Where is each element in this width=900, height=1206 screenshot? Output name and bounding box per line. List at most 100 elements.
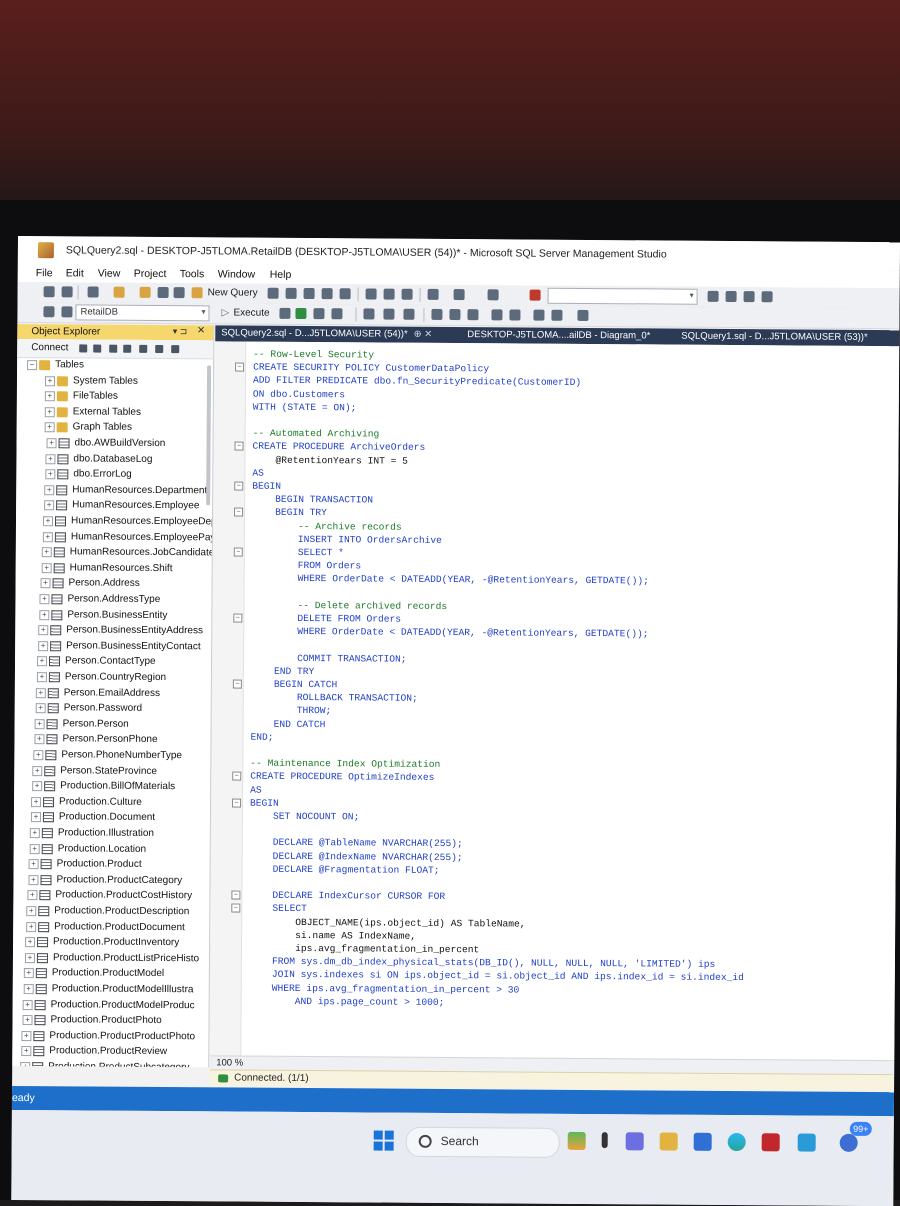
fold-toggle-icon[interactable]: − bbox=[233, 614, 242, 623]
collapse-icon[interactable]: − bbox=[27, 360, 37, 370]
expand-icon[interactable]: + bbox=[44, 485, 54, 495]
database-select[interactable]: RetailDB ▾ bbox=[75, 304, 209, 321]
decrease-indent-icon[interactable] bbox=[533, 310, 544, 321]
expand-icon[interactable]: + bbox=[32, 766, 42, 776]
properties-icon[interactable] bbox=[744, 291, 755, 302]
fold-toggle-icon[interactable]: − bbox=[234, 482, 243, 491]
display-plan-icon[interactable] bbox=[313, 308, 324, 319]
fold-toggle-icon[interactable]: − bbox=[235, 442, 244, 451]
new-query-icon[interactable] bbox=[192, 287, 203, 298]
menu-window[interactable]: Window bbox=[218, 268, 255, 280]
connect-button[interactable]: Connect bbox=[31, 342, 68, 353]
expand-icon[interactable]: + bbox=[31, 812, 41, 822]
expand-icon[interactable]: + bbox=[24, 984, 34, 994]
new-query-button[interactable]: New Query bbox=[208, 287, 258, 298]
fold-toggle-icon[interactable]: − bbox=[232, 772, 241, 781]
expand-icon[interactable]: + bbox=[39, 594, 49, 604]
edge-icon[interactable] bbox=[728, 1133, 746, 1151]
fold-toggle-icon[interactable]: − bbox=[235, 363, 244, 372]
results-file-icon[interactable] bbox=[467, 309, 478, 320]
expand-icon[interactable]: + bbox=[22, 1015, 32, 1025]
parse-checkmark-icon[interactable] bbox=[295, 308, 306, 319]
cut-icon[interactable] bbox=[366, 288, 377, 299]
specify-values-icon[interactable] bbox=[577, 310, 588, 321]
expand-icon[interactable]: + bbox=[39, 610, 49, 620]
expand-icon[interactable]: + bbox=[34, 735, 44, 745]
expand-icon[interactable]: + bbox=[27, 890, 37, 900]
pin-icon[interactable]: ▾ ⊐ bbox=[173, 326, 188, 337]
connect-icon[interactable] bbox=[93, 345, 101, 353]
increase-indent-icon[interactable] bbox=[551, 310, 562, 321]
expand-icon[interactable]: + bbox=[47, 438, 57, 448]
task-view-icon[interactable] bbox=[602, 1132, 608, 1148]
execute-button[interactable]: Execute bbox=[233, 308, 269, 319]
query-editor[interactable]: -- Row-Level SecurityCREATE SECURITY POL… bbox=[210, 341, 899, 1060]
taskbar-search[interactable]: Search bbox=[406, 1127, 560, 1158]
results-grid-icon[interactable] bbox=[449, 309, 460, 320]
activity-icon[interactable] bbox=[171, 345, 179, 353]
zoom-level[interactable]: 100 % bbox=[216, 1057, 243, 1068]
expand-icon[interactable]: + bbox=[21, 1046, 31, 1056]
activity-monitor-icon[interactable] bbox=[488, 289, 499, 300]
expand-icon[interactable]: + bbox=[38, 625, 48, 635]
connect-dropdown-icon[interactable] bbox=[79, 344, 87, 352]
expand-icon[interactable]: + bbox=[45, 423, 55, 433]
include-plan-icon[interactable] bbox=[383, 309, 394, 320]
expand-icon[interactable]: + bbox=[42, 563, 52, 573]
expand-icon[interactable]: + bbox=[21, 1031, 31, 1041]
expand-icon[interactable]: + bbox=[26, 922, 36, 932]
office-icon[interactable] bbox=[762, 1133, 780, 1151]
expand-icon[interactable]: + bbox=[20, 1062, 30, 1067]
menu-file[interactable]: File bbox=[36, 267, 53, 279]
dmx-query-icon[interactable] bbox=[304, 288, 315, 299]
menu-project[interactable]: Project bbox=[134, 268, 167, 280]
menu-tools[interactable]: Tools bbox=[180, 268, 205, 280]
back-icon[interactable] bbox=[44, 286, 55, 297]
menu-view[interactable]: View bbox=[98, 268, 121, 280]
fold-toggle-icon[interactable]: − bbox=[234, 508, 243, 517]
paste-icon[interactable] bbox=[402, 289, 413, 300]
expand-icon[interactable]: + bbox=[41, 579, 51, 589]
find-combo[interactable]: ▾ bbox=[548, 288, 698, 305]
tab-sqlquery1[interactable]: SQLQuery1.sql - D...J5TLOMA\USER (53))* bbox=[681, 331, 867, 343]
expand-icon[interactable]: + bbox=[38, 641, 48, 651]
expand-icon[interactable]: + bbox=[32, 781, 42, 791]
dax-query-icon[interactable] bbox=[340, 288, 351, 299]
expand-icon[interactable]: + bbox=[25, 937, 35, 947]
expand-icon[interactable]: + bbox=[45, 454, 55, 464]
xmla-query-icon[interactable] bbox=[322, 288, 333, 299]
close-icon[interactable]: ✕ bbox=[197, 325, 205, 336]
notification-icon[interactable] bbox=[840, 1134, 858, 1152]
expand-icon[interactable]: + bbox=[37, 657, 47, 667]
redo-icon[interactable] bbox=[454, 289, 465, 300]
debug-target-icon[interactable] bbox=[530, 290, 541, 301]
teams-icon[interactable] bbox=[626, 1132, 644, 1150]
widgets-icon[interactable] bbox=[568, 1132, 586, 1150]
menu-help[interactable]: Help bbox=[270, 269, 292, 281]
comment-icon[interactable] bbox=[491, 309, 502, 320]
save-icon[interactable] bbox=[158, 287, 169, 298]
toolbox-icon[interactable] bbox=[762, 291, 773, 302]
menu-edit[interactable]: Edit bbox=[66, 267, 84, 279]
expand-icon[interactable]: + bbox=[30, 844, 40, 854]
forward-icon[interactable] bbox=[62, 286, 73, 297]
expand-icon[interactable]: + bbox=[36, 688, 46, 698]
expand-icon[interactable]: + bbox=[25, 953, 35, 963]
tab-diagram[interactable]: DESKTOP-J5TLOMA....ailDB - Diagram_0* bbox=[467, 329, 650, 341]
new-project-icon[interactable] bbox=[88, 286, 99, 297]
undo-icon[interactable] bbox=[428, 289, 439, 300]
expand-icon[interactable]: + bbox=[37, 672, 47, 682]
live-stats-icon[interactable] bbox=[403, 309, 414, 320]
app-icon[interactable] bbox=[798, 1133, 816, 1151]
refresh-icon[interactable] bbox=[155, 345, 163, 353]
open-folder-icon[interactable] bbox=[140, 287, 151, 298]
expand-icon[interactable]: + bbox=[44, 501, 54, 511]
intellisense-icon[interactable] bbox=[363, 308, 374, 319]
disconnect-icon[interactable] bbox=[61, 306, 72, 317]
open-file-icon[interactable] bbox=[114, 287, 125, 298]
expand-icon[interactable]: + bbox=[45, 469, 55, 479]
fold-toggle-icon[interactable]: − bbox=[231, 891, 240, 900]
mdx-query-icon[interactable] bbox=[286, 288, 297, 299]
expand-icon[interactable]: + bbox=[28, 875, 38, 885]
cancel-query-icon[interactable] bbox=[279, 308, 290, 319]
